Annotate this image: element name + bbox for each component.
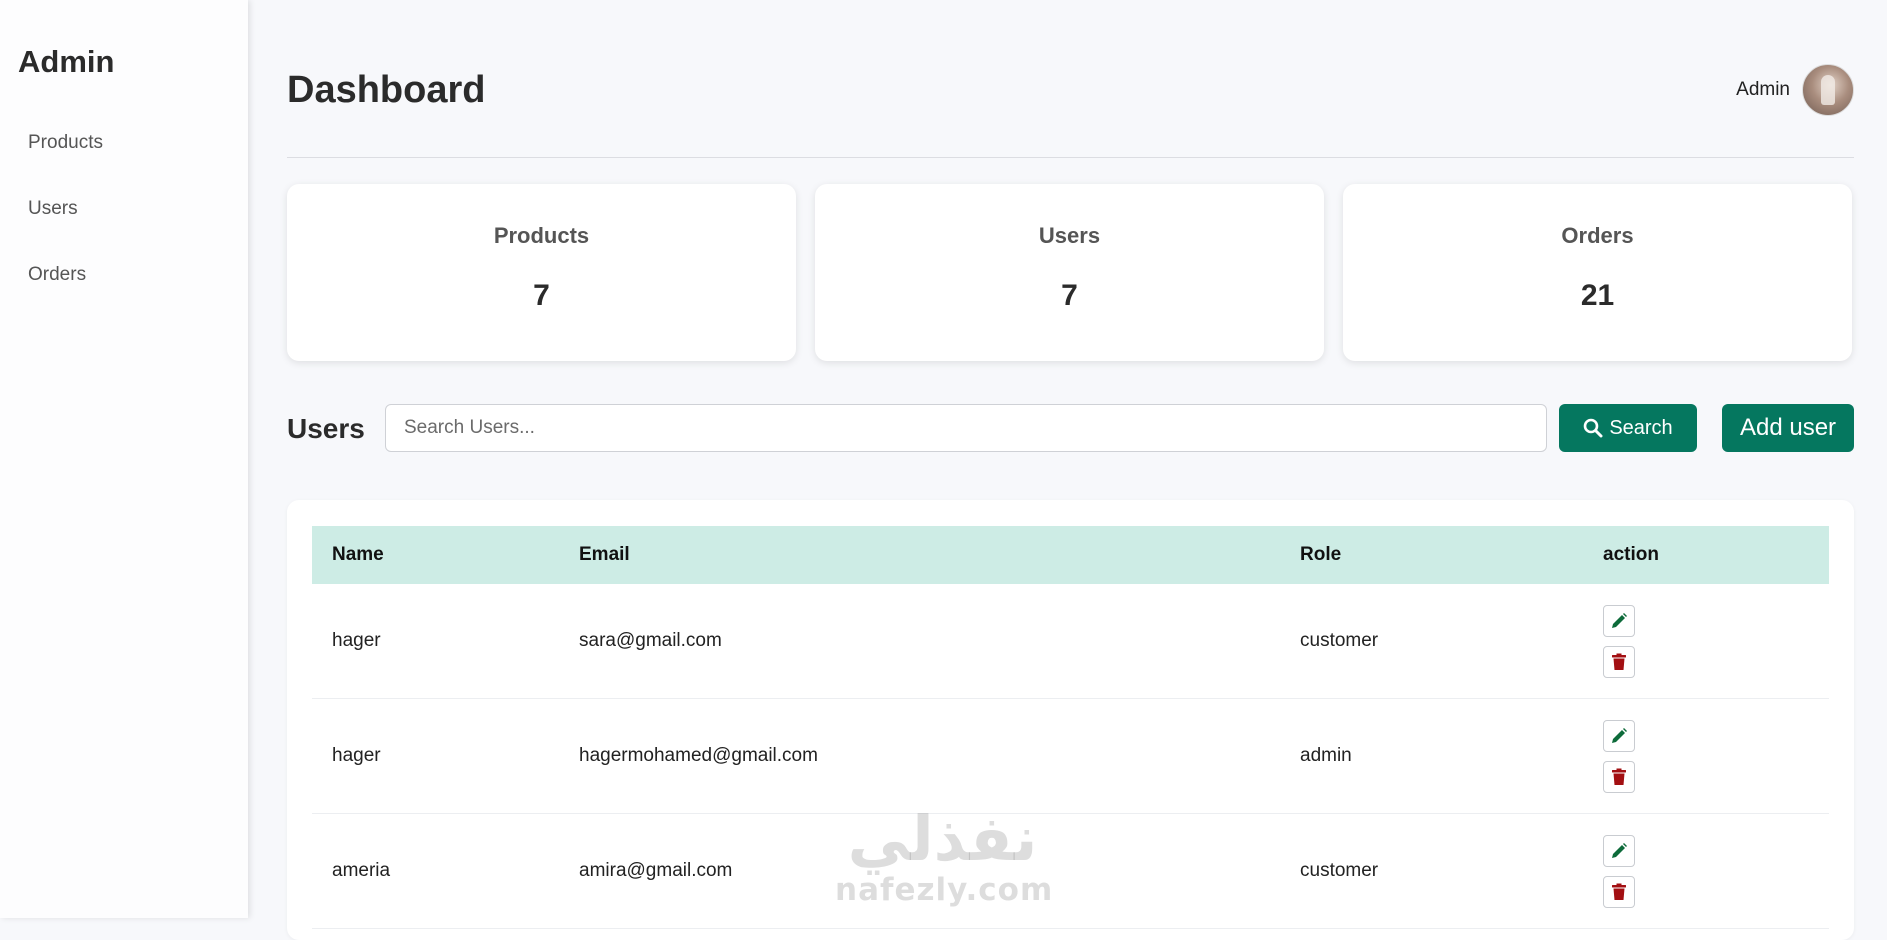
stat-card-orders: Orders 21: [1343, 184, 1852, 361]
sidebar-brand: Admin: [18, 44, 115, 79]
trash-icon: [1612, 768, 1626, 785]
stat-label: Users: [1038, 223, 1101, 248]
stat-card-users: Users 7: [815, 184, 1324, 361]
cell-role: admin: [1280, 698, 1583, 814]
users-table: Name Email Role action hager sara@gmail.…: [312, 526, 1829, 929]
column-header-email: Email: [559, 526, 1280, 584]
table-header-row: Name Email Role action: [312, 526, 1829, 584]
edit-button[interactable]: [1603, 834, 1635, 867]
cell-role: customer: [1280, 584, 1583, 699]
pencil-icon: [1612, 612, 1627, 628]
cell-email: sara@gmail.com: [559, 584, 1280, 699]
pencil-icon: [1612, 727, 1627, 743]
table-row: hager hagermohamed@gmail.com admin: [312, 698, 1829, 814]
stat-value: 7: [533, 279, 550, 312]
pencil-icon: [1612, 842, 1627, 858]
cell-name: ameria: [312, 813, 559, 929]
delete-button[interactable]: [1603, 760, 1635, 793]
user-menu[interactable]: Admin: [1736, 64, 1854, 116]
cell-email: amira@gmail.com: [559, 813, 1280, 929]
cell-name: hager: [312, 584, 559, 699]
column-header-name: Name: [312, 526, 559, 584]
page-title: Dashboard: [287, 69, 486, 111]
stat-value: 7: [1061, 279, 1078, 312]
delete-button[interactable]: [1603, 875, 1635, 908]
sidebar-item-users[interactable]: Users: [28, 198, 78, 220]
trash-icon: [1612, 883, 1626, 900]
search-button-label: Search: [1609, 416, 1673, 439]
edit-button[interactable]: [1603, 719, 1635, 752]
delete-button[interactable]: [1603, 645, 1635, 678]
cell-actions: [1583, 813, 1829, 929]
header-divider: [287, 157, 1854, 158]
column-header-action: action: [1583, 526, 1829, 584]
user-name: Admin: [1736, 79, 1790, 100]
trash-icon: [1612, 653, 1626, 670]
cell-actions: [1583, 698, 1829, 814]
search-input[interactable]: [385, 404, 1547, 452]
cell-name: hager: [312, 698, 559, 814]
stat-card-products: Products 7: [287, 184, 796, 361]
table-row: hager sara@gmail.com customer: [312, 584, 1829, 699]
search-icon: [1584, 418, 1603, 438]
stat-label: Products: [493, 223, 590, 248]
stat-value: 21: [1580, 279, 1615, 312]
cell-email: hagermohamed@gmail.com: [559, 698, 1280, 814]
cell-role: customer: [1280, 813, 1583, 929]
users-section-title: Users: [287, 413, 365, 444]
add-user-button[interactable]: Add user: [1722, 404, 1854, 452]
avatar[interactable]: [1802, 64, 1854, 116]
main-content: Dashboard Admin Products 7 Users 7 Order…: [287, 0, 1854, 940]
column-header-role: Role: [1280, 526, 1583, 584]
table-row: ameria amira@gmail.com customer: [312, 813, 1829, 929]
sidebar: Admin Products Users Orders: [0, 0, 248, 918]
users-table-card: Name Email Role action hager sara@gmail.…: [287, 500, 1854, 940]
edit-button[interactable]: [1603, 604, 1635, 637]
search-button[interactable]: Search: [1559, 404, 1697, 452]
stat-label: Orders: [1561, 223, 1634, 248]
sidebar-item-products[interactable]: Products: [28, 132, 103, 154]
cell-actions: [1583, 584, 1829, 699]
sidebar-item-orders[interactable]: Orders: [28, 264, 86, 286]
